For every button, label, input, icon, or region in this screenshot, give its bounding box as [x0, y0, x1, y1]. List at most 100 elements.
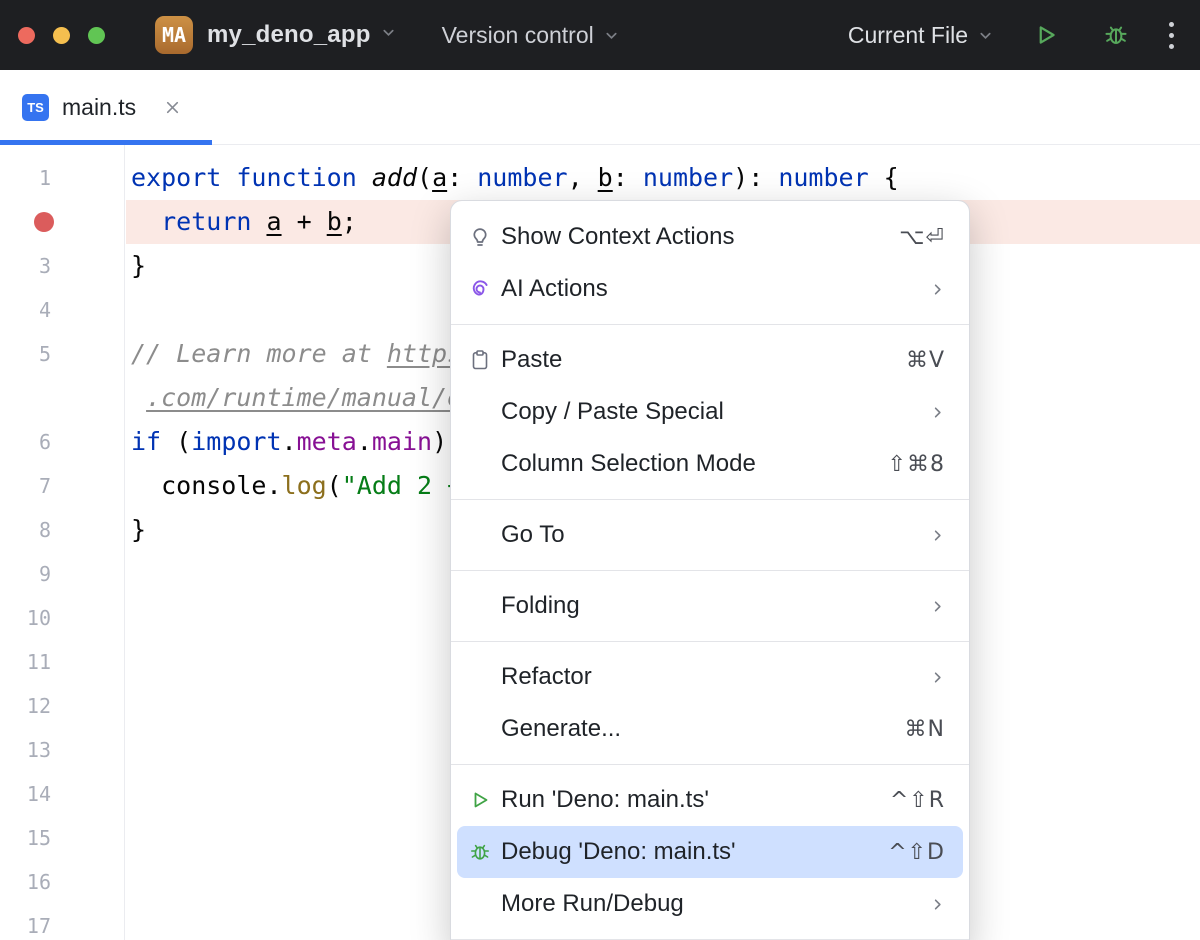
menu-separator — [451, 764, 969, 765]
code-token: number — [778, 163, 868, 192]
breakpoint-icon[interactable] — [34, 212, 54, 232]
menu-item-run-deno-main-ts[interactable]: Run 'Deno: main.ts'^⇧R — [451, 774, 969, 826]
menu-item-more-run-debug[interactable]: More Run/Debug — [451, 878, 969, 930]
vcs-selector[interactable]: Version control — [442, 22, 619, 49]
no-icon — [467, 593, 493, 619]
code-token: a — [266, 207, 281, 236]
maximize-window-button[interactable] — [88, 27, 105, 44]
code-token: ): — [733, 163, 778, 192]
code-token: if — [131, 427, 161, 456]
line-number[interactable]: 8 — [0, 508, 124, 552]
tab-main-ts[interactable]: TS main.ts — [0, 70, 205, 144]
minimize-window-button[interactable] — [53, 27, 70, 44]
context-menu: Show Context Actions ⌥⏎ AI Actions Paste⌘V C… — [450, 200, 970, 940]
code-token: } — [131, 251, 146, 280]
code-token: import — [191, 427, 281, 456]
menu-item-go-to[interactable]: Go To — [451, 509, 969, 561]
code-token: { — [869, 163, 899, 192]
no-icon — [467, 399, 493, 425]
menu-item-generate[interactable]: Generate...⌘N — [451, 703, 969, 755]
menu-separator — [451, 324, 969, 325]
menu-item-refactor[interactable]: Refactor — [451, 651, 969, 703]
code-token: , — [568, 163, 598, 192]
menu-item-right: ^⇧D — [888, 840, 945, 865]
menu-item-label: Show Context Actions — [501, 223, 734, 251]
menu-item-label: Go To — [501, 521, 565, 549]
code-token: } — [131, 515, 146, 544]
no-icon — [467, 522, 493, 548]
debug-button[interactable] — [1099, 18, 1133, 52]
code-token: ( — [161, 427, 191, 456]
line-number[interactable]: 15 — [0, 816, 124, 860]
line-number[interactable]: 10 — [0, 596, 124, 640]
line-number[interactable] — [0, 200, 124, 244]
code-token: : — [613, 163, 643, 192]
menu-item-label: Debug 'Deno: main.ts' — [501, 838, 736, 866]
line-number[interactable]: 12 — [0, 684, 124, 728]
menu-item-show-context-actions[interactable]: Show Context Actions ⌥⏎ — [451, 211, 969, 263]
line-number[interactable]: 9 — [0, 552, 124, 596]
menu-item-label: More Run/Debug — [501, 890, 684, 918]
project-selector[interactable]: MA my_deno_app — [155, 16, 396, 54]
line-number[interactable]: 17 — [0, 904, 124, 940]
line-number[interactable]: 14 — [0, 772, 124, 816]
line-number[interactable]: 7 — [0, 464, 124, 508]
menu-item-ai-actions[interactable]: AI Actions — [451, 263, 969, 315]
code-token: a — [432, 163, 447, 192]
line-number[interactable] — [0, 376, 124, 420]
code-token: export — [131, 163, 221, 192]
tab-label: main.ts — [62, 94, 136, 121]
code-token: : — [447, 163, 477, 192]
close-tab-icon[interactable] — [164, 99, 181, 116]
line-number[interactable]: 3 — [0, 244, 124, 288]
menu-item-copy-paste-special[interactable]: Copy / Paste Special — [451, 386, 969, 438]
more-icon — [1169, 22, 1174, 27]
menu-item-right: ^⇧R — [890, 788, 945, 813]
more-actions-button[interactable] — [1169, 22, 1174, 49]
code-line[interactable]: export function add(a: number, b: number… — [126, 156, 1200, 200]
debug-icon — [467, 839, 493, 865]
line-number[interactable]: 13 — [0, 728, 124, 772]
line-number[interactable]: 5 — [0, 332, 124, 376]
editor-tab-bar: TS main.ts — [0, 70, 1200, 145]
menu-item-folding[interactable]: Folding — [451, 580, 969, 632]
code-token: log — [282, 471, 327, 500]
menu-item-debug-deno-main-ts[interactable]: Debug 'Deno: main.ts' ^⇧D — [457, 826, 963, 878]
chevron-down-icon — [381, 25, 396, 45]
menu-item-column-selection-mode[interactable]: Column Selection Mode⇧⌘8 — [451, 438, 969, 490]
code-token — [131, 383, 146, 412]
submenu-chevron-icon — [930, 897, 945, 912]
run-icon — [1032, 21, 1060, 49]
code-token: ( — [327, 471, 342, 500]
titlebar-right-actions: Current File — [848, 18, 1200, 52]
traffic-lights — [18, 27, 105, 44]
menu-item-label: Paste — [501, 346, 562, 374]
code-token: number — [643, 163, 733, 192]
lightbulb-icon — [467, 224, 493, 250]
menu-item-paste[interactable]: Paste⌘V — [451, 334, 969, 386]
code-token — [131, 207, 161, 236]
close-window-button[interactable] — [18, 27, 35, 44]
chevron-down-icon — [604, 22, 619, 49]
line-number[interactable]: 4 — [0, 288, 124, 332]
ai-icon — [467, 276, 493, 302]
gutter[interactable]: 134567891011121314151617 — [0, 145, 125, 940]
run-button[interactable] — [1029, 18, 1063, 52]
code-token — [357, 163, 372, 192]
line-number[interactable]: 1 — [0, 156, 124, 200]
menu-item-label: Copy / Paste Special — [501, 398, 724, 426]
code-token: ( — [417, 163, 432, 192]
run-configuration-label: Current File — [848, 22, 968, 49]
run-configuration-selector[interactable]: Current File — [848, 22, 993, 49]
project-name: my_deno_app — [207, 21, 371, 49]
line-number[interactable]: 16 — [0, 860, 124, 904]
menu-item-right: ⇧⌘8 — [888, 452, 945, 477]
vcs-label: Version control — [442, 22, 594, 49]
line-number[interactable]: 6 — [0, 420, 124, 464]
menu-item-right: ⌘N — [905, 717, 945, 742]
code-token: . — [282, 427, 297, 456]
menu-item-shortcut: ⌥⏎ — [899, 225, 945, 250]
code-token — [251, 207, 266, 236]
line-number[interactable]: 11 — [0, 640, 124, 684]
no-icon — [467, 891, 493, 917]
